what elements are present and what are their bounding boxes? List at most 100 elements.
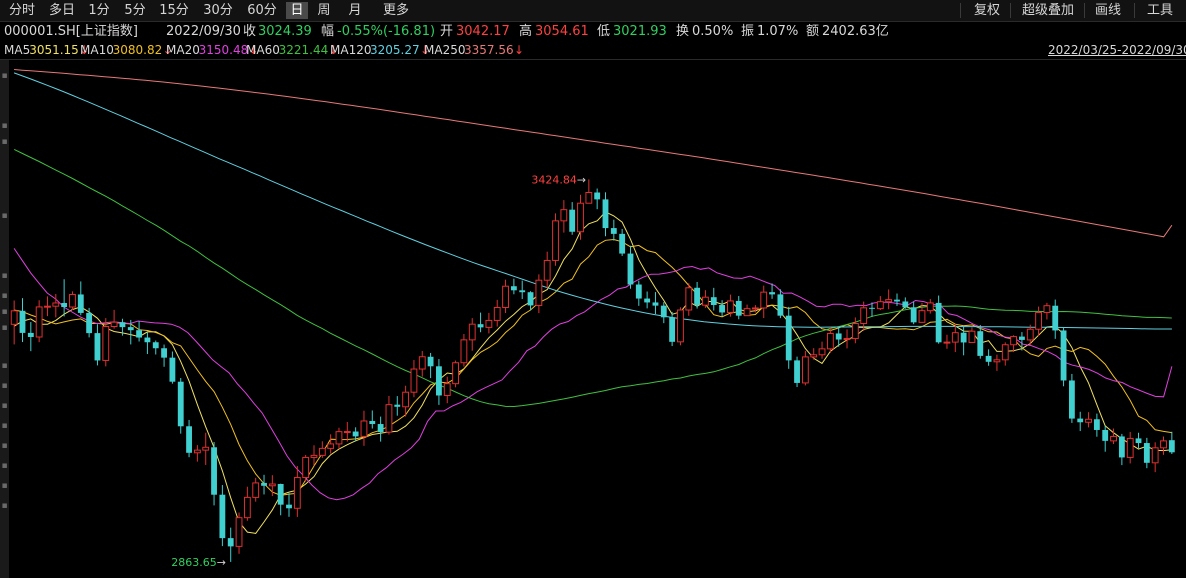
candle[interactable] [552, 213, 559, 266]
candle[interactable] [1043, 302, 1051, 320]
candle[interactable] [427, 352, 434, 379]
candle[interactable] [1151, 442, 1159, 473]
candle[interactable] [369, 410, 376, 429]
candle[interactable] [186, 419, 192, 458]
candle[interactable] [702, 290, 709, 308]
period-tab-5[interactable]: 30分 [198, 2, 238, 19]
candle[interactable] [677, 307, 684, 346]
candle[interactable] [86, 307, 93, 338]
candle[interactable] [202, 432, 210, 465]
candle[interactable] [885, 289, 893, 310]
candle[interactable] [627, 245, 634, 289]
candle[interactable] [485, 312, 493, 334]
candle[interactable] [261, 474, 267, 495]
candle[interactable] [19, 298, 26, 343]
candle[interactable] [968, 327, 976, 343]
candle[interactable] [1068, 373, 1075, 423]
candle[interactable] [1160, 436, 1167, 455]
candle[interactable] [110, 309, 118, 329]
candle[interactable] [710, 287, 717, 311]
candle[interactable] [569, 202, 576, 235]
candle[interactable] [560, 200, 568, 233]
candle[interactable] [443, 376, 451, 404]
candle[interactable] [277, 483, 284, 516]
period-tab-10[interactable]: 更多 [376, 2, 416, 19]
candle[interactable] [801, 350, 809, 386]
candle[interactable] [235, 512, 243, 554]
candle[interactable] [652, 292, 659, 315]
candle[interactable] [727, 294, 734, 317]
candle[interactable] [211, 442, 217, 506]
candle[interactable] [1093, 413, 1100, 437]
candle[interactable] [735, 296, 742, 320]
candle[interactable] [219, 485, 226, 547]
candle[interactable] [252, 477, 260, 502]
candle[interactable] [452, 360, 459, 388]
period-tab-3[interactable]: 5分 [120, 2, 150, 19]
candle[interactable] [1060, 327, 1067, 387]
candle[interactable] [1077, 411, 1084, 432]
candle[interactable] [44, 296, 51, 317]
candle[interactable] [227, 527, 234, 562]
candle[interactable] [1126, 431, 1134, 464]
candle[interactable] [1102, 425, 1109, 452]
candle[interactable] [243, 486, 251, 521]
candle[interactable] [360, 410, 368, 446]
candle[interactable] [493, 299, 501, 327]
candle[interactable] [794, 356, 800, 388]
candle[interactable] [302, 454, 310, 482]
candle[interactable] [1085, 412, 1092, 428]
candle[interactable] [619, 228, 626, 256]
candle[interactable] [510, 278, 517, 295]
candle[interactable] [818, 341, 826, 359]
candle[interactable] [902, 297, 909, 309]
candle[interactable] [27, 322, 34, 352]
candle[interactable] [943, 334, 951, 349]
candle[interactable] [635, 280, 642, 306]
candle[interactable] [161, 344, 167, 367]
period-tab-8[interactable]: 周 [312, 2, 336, 19]
candle[interactable] [694, 281, 701, 309]
date-range-label[interactable]: 2022/03/25-2022/09/30 [1048, 42, 1186, 59]
candle[interactable] [777, 289, 784, 319]
toolbar-button-1[interactable]: 超级叠加 [1016, 2, 1080, 19]
candle[interactable] [502, 279, 509, 314]
candle[interactable] [286, 493, 292, 517]
candle[interactable] [193, 445, 201, 462]
candle[interactable] [410, 360, 418, 398]
candle[interactable] [152, 340, 159, 355]
candle[interactable] [585, 179, 593, 204]
candle[interactable] [685, 283, 693, 316]
candle[interactable] [719, 300, 726, 317]
period-tab-9[interactable]: 月 [340, 2, 370, 19]
candle[interactable] [343, 421, 351, 442]
candle[interactable] [760, 285, 768, 319]
candle[interactable] [477, 312, 484, 333]
candle[interactable] [418, 351, 426, 377]
candle[interactable] [169, 351, 176, 384]
toolbar-button-0[interactable]: 复权 [966, 2, 1008, 19]
candle[interactable] [743, 304, 751, 317]
candle[interactable] [594, 188, 601, 210]
period-tab-7[interactable]: 日 [286, 2, 308, 19]
candle[interactable] [1135, 432, 1142, 449]
candlestick-chart[interactable]: 3424.84 →2863.65 → [0, 60, 1186, 578]
candle[interactable] [460, 333, 468, 367]
candle[interactable] [394, 396, 401, 416]
candle[interactable] [935, 295, 942, 344]
candle[interactable] [293, 466, 301, 517]
candle[interactable] [10, 300, 18, 345]
candle[interactable] [926, 299, 934, 314]
candle[interactable] [136, 320, 143, 342]
candle[interactable] [436, 359, 442, 405]
candle[interactable] [810, 348, 818, 360]
candle[interactable] [77, 281, 84, 316]
candle[interactable] [993, 354, 1001, 371]
candle[interactable] [1118, 433, 1125, 466]
candle[interactable] [144, 332, 151, 355]
candle[interactable] [826, 327, 834, 353]
candle[interactable] [519, 280, 526, 300]
candle[interactable] [468, 318, 476, 351]
candle[interactable] [785, 306, 792, 369]
candle[interactable] [985, 349, 992, 366]
